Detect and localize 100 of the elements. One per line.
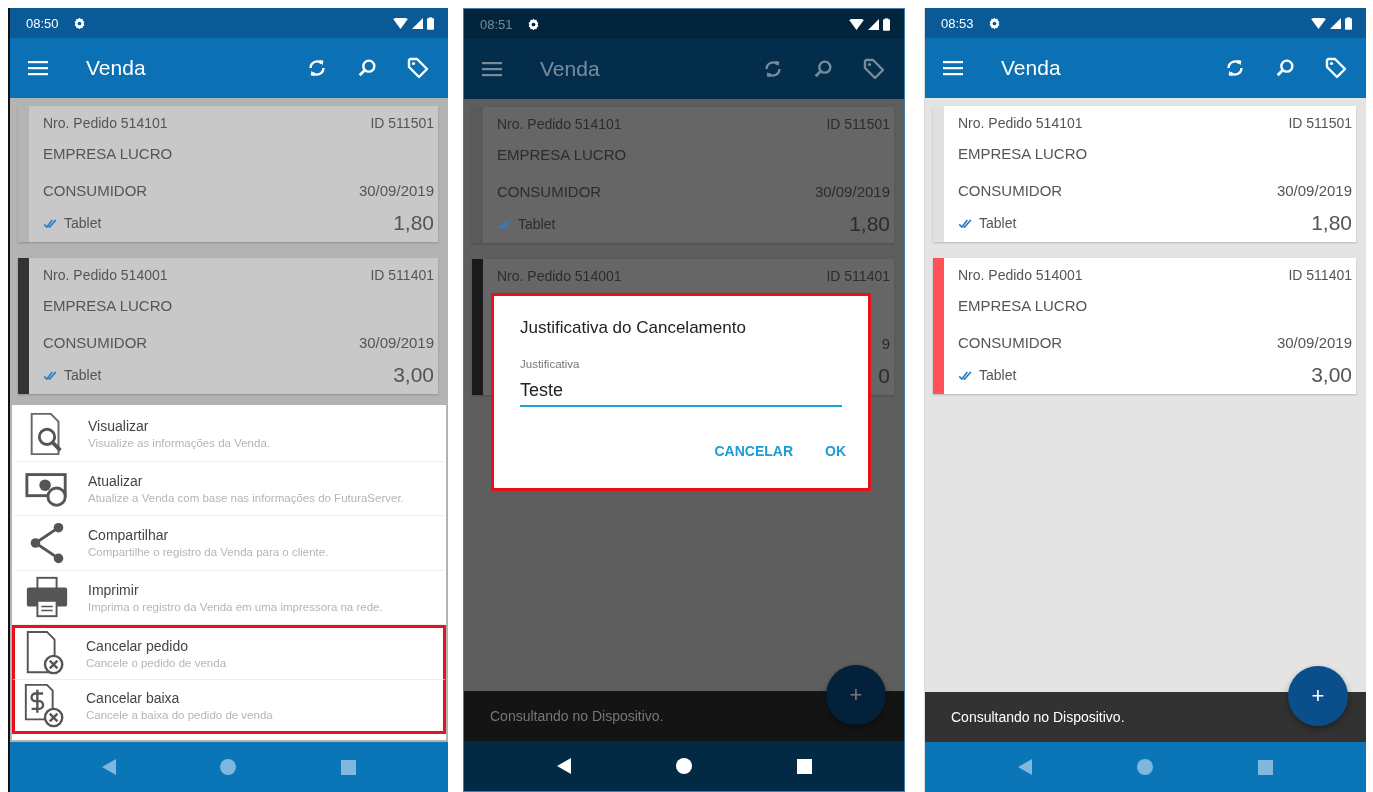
menu-item-description: Atualize a Venda com base nas informações do FuturaServer. (88, 491, 404, 504)
gear-icon (72, 16, 86, 30)
customer-name: CONSUMIDOR (497, 182, 602, 200)
menu-item-description: Visualize as informações da Venda. (88, 437, 270, 450)
customer-name: CONSUMIDOR (958, 333, 1063, 351)
menu-item-title: Compartilhar (88, 527, 170, 544)
double-check-icon (43, 218, 58, 228)
search-icon[interactable] (356, 57, 378, 79)
order-total: 1,80 (1311, 211, 1352, 235)
menu-item-title: Cancelar baixa (86, 689, 181, 706)
order-total: 0 (878, 364, 890, 388)
tag-icon[interactable] (1324, 56, 1348, 80)
menu-icon[interactable] (28, 60, 48, 76)
order-number: Nro. Pedido 514101 (497, 116, 622, 132)
status-time: 08:50 (26, 15, 59, 31)
order-card[interactable]: Nro. Pedido 514001 ID 511401 EMPRESA LUCRO CONSUMIDOR 30/09/2019 Tablet 3,00 (933, 258, 1356, 394)
device-label: Tablet (979, 215, 1017, 231)
add-button[interactable]: + (826, 665, 886, 725)
order-total: 3,00 (1311, 363, 1352, 387)
order-number: Nro. Pedido 514101 (43, 115, 168, 131)
order-id: ID 511501 (370, 115, 434, 131)
customer-name: CONSUMIDOR (958, 181, 1063, 199)
justification-field[interactable]: Justificativa Teste (520, 358, 842, 407)
customer-name: CONSUMIDOR (43, 181, 148, 199)
signal-icon (868, 18, 879, 30)
recents-icon[interactable] (796, 758, 812, 774)
search-icon[interactable] (812, 58, 834, 80)
menu-item-description: Compartilhe o registro da Venda para o cliente. (88, 546, 329, 559)
order-total: 1,80 (393, 211, 434, 235)
menu-icon[interactable] (943, 60, 963, 76)
snackbar-message: Consultando no Dispositivo. (490, 708, 664, 724)
double-check-icon (497, 219, 512, 229)
order-card[interactable]: Nro. Pedido 514101 ID 511501 EMPRESA LUCRO CONSUMIDOR 30/09/2019 Tablet 1,80 (933, 106, 1356, 242)
gear-icon (987, 16, 1001, 30)
menu-item[interactable]: Atualizar Atualize a Venda com base nas informações do FuturaServer. (14, 461, 444, 516)
company-name: EMPRESA LUCRO (43, 144, 173, 162)
device-label: Tablet (64, 215, 102, 231)
order-id: ID 511501 (1288, 115, 1352, 131)
device-label: Tablet (64, 367, 102, 383)
order-total: 1,80 (849, 212, 890, 236)
order-date: 30/09/2019 (1276, 181, 1352, 199)
add-button[interactable]: + (1288, 666, 1348, 726)
tag-icon[interactable] (862, 57, 886, 81)
snackbar-message: Consultando no Dispositivo. (951, 709, 1125, 725)
double-check-icon (958, 370, 973, 380)
wifi-icon (1311, 17, 1326, 29)
signal-icon (1330, 17, 1341, 29)
app-title: Venda (1001, 56, 1061, 80)
company-name: EMPRESA LUCRO (43, 296, 173, 314)
double-check-icon (43, 370, 58, 380)
order-card[interactable]: Nro. Pedido 514101 ID 511501 EMPRESA LUCRO CONSUMIDOR 30/09/2019 Tablet 1,80 (18, 106, 438, 242)
battery-icon (883, 17, 890, 31)
order-date: 9 (881, 334, 890, 352)
menu-item-description: Imprima o registro da Venda em uma impressora na rede. (88, 600, 383, 613)
order-id: ID 511401 (1288, 267, 1352, 283)
sync-icon[interactable] (1224, 57, 1246, 79)
menu-item[interactable]: Compartilhar Compartilhe o registro da Venda para o cliente. (14, 516, 444, 571)
wifi-icon (849, 18, 864, 30)
company-name: EMPRESA LUCRO (958, 144, 1088, 162)
order-number: Nro. Pedido 514001 (497, 268, 622, 284)
search-icon[interactable] (1274, 57, 1296, 79)
battery-icon (1345, 16, 1352, 30)
order-date: 30/09/2019 (358, 333, 434, 351)
device-label: Tablet (979, 367, 1017, 383)
menu-item-title: Visualizar (88, 418, 150, 435)
back-icon[interactable] (556, 758, 571, 774)
status-time: 08:51 (480, 16, 513, 32)
dialog-title: Justificativa do Cancelamento (520, 318, 747, 338)
device-label: Tablet (518, 216, 556, 232)
order-card[interactable]: Nro. Pedido 514001 ID 511401 EMPRESA LUCRO CONSUMIDOR 30/09/2019 Tablet 3,00 (18, 258, 438, 394)
order-id: ID 511501 (826, 116, 890, 132)
order-id: ID 511401 (826, 268, 890, 284)
app-title: Venda (540, 57, 600, 81)
order-date: 30/09/2019 (814, 182, 890, 200)
order-number: Nro. Pedido 514101 (958, 115, 1083, 131)
company-name: EMPRESA LUCRO (958, 296, 1088, 314)
double-check-icon (958, 218, 973, 228)
order-id: ID 511401 (370, 267, 434, 283)
menu-item-title: Atualizar (88, 472, 144, 489)
order-total: 3,00 (393, 363, 434, 387)
battery-icon (427, 16, 434, 30)
signal-icon (412, 17, 423, 29)
app-title: Venda (86, 56, 146, 80)
menu-item[interactable]: Cancelar pedido Cancele o pedido de venda (12, 625, 446, 680)
menu-item-title: Imprimir (88, 581, 140, 598)
menu-item-description: Cancele a baixa do pedido de venda (86, 708, 273, 721)
home-icon[interactable] (675, 758, 692, 774)
menu-icon[interactable] (482, 61, 502, 77)
sync-icon[interactable] (762, 58, 784, 80)
menu-item-title: Cancelar pedido (86, 637, 189, 654)
company-name: EMPRESA LUCRO (497, 145, 627, 163)
menu-item[interactable]: Imprimir Imprima o registro da Venda em uma impressora na rede. (14, 570, 444, 625)
order-date: 30/09/2019 (1276, 333, 1352, 351)
order-date: 30/09/2019 (358, 181, 434, 199)
customer-name: CONSUMIDOR (43, 333, 148, 351)
sync-icon[interactable] (306, 57, 328, 79)
menu-item[interactable]: Visualizar Visualize as informações da Venda. (14, 407, 444, 462)
gear-icon (526, 17, 540, 31)
tag-icon[interactable] (406, 56, 430, 80)
menu-item[interactable]: Cancelar baixa Cancele a baixa do pedido de venda (12, 679, 446, 734)
